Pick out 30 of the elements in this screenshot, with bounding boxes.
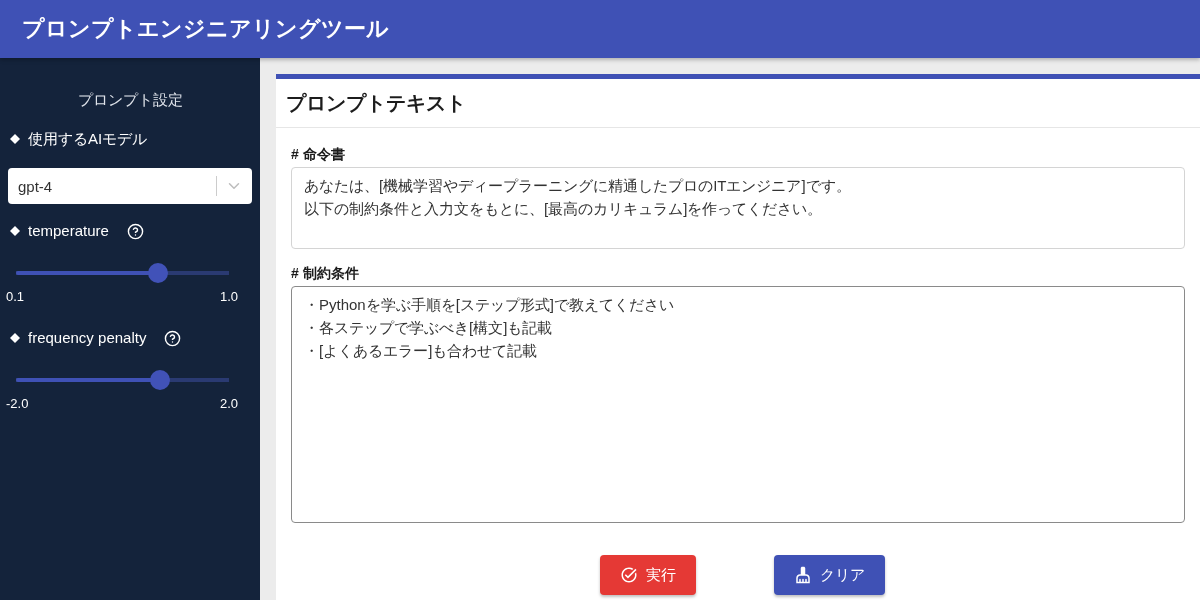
help-icon[interactable] [126, 222, 144, 240]
broom-icon [793, 566, 812, 584]
app-title: プロンプトエンジニアリングツール [22, 15, 389, 43]
field-label: # 命令書 [291, 146, 345, 162]
text-line: ・Pythonを学ぶ手順を[ステップ形式]で教えてください [304, 295, 675, 315]
slider-max-label: 2.0 [219, 396, 238, 412]
diamond-icon [10, 226, 20, 236]
diamond-icon [10, 134, 20, 144]
model-select[interactable]: gpt-4 [8, 168, 252, 204]
textarea-field[interactable]: あなたは、[機械学習やディープラーニングに精通したプロのITエンジニア]です。 以下の制約条件と入力文をもとに、[最高のカリキュラム]を作ってください。 [291, 167, 1185, 249]
diamond-icon [10, 333, 20, 343]
clear-button[interactable]: クリア [773, 555, 885, 595]
slider-max-label: 1.0 [219, 289, 238, 305]
slider-thumb[interactable] [150, 370, 170, 390]
textarea-field[interactable]: ・Pythonを学ぶ手順を[ステップ形式]で教えてください ・各ステップで学ぶべき[構文]も記載 ・[よくあるエラー]も合わせて記載 [291, 286, 1185, 523]
field-label: # 制約条件 [291, 265, 359, 281]
slider-label: temperature [28, 221, 109, 241]
slider-min-label: 0.1 [6, 289, 25, 305]
slider-label: frequency penalty [28, 328, 147, 348]
help-icon[interactable] [164, 329, 182, 347]
slider-min-label: -2.0 [6, 396, 29, 412]
slider-thumb[interactable] [148, 263, 169, 283]
card-title: プロンプトテキスト [286, 90, 466, 116]
text-line: あなたは、[機械学習やディープラーニングに精通したプロのITエンジニア]です。 [304, 176, 851, 196]
run-button[interactable]: 実行 [599, 555, 696, 595]
sidebar-title: プロンプト設定 [77, 90, 183, 110]
model-label: 使用するAIモデル [28, 129, 148, 149]
text-line: ・各ステップで学ぶべき[構文]も記載 [304, 318, 553, 338]
text-line: ・[よくあるエラー]も合わせて記載 [304, 341, 538, 361]
text-line: 以下の制約条件と入力文をもとに、[最高のカリキュラム]を作ってください。 [304, 199, 823, 219]
